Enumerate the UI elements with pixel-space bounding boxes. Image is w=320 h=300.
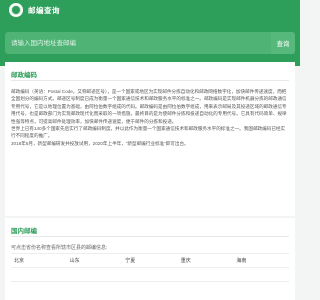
search-band: 查询 <box>0 20 300 66</box>
table-row <box>11 267 289 282</box>
province-link[interactable]: 山东 <box>66 253 123 268</box>
postal-logo-icon[interactable] <box>9 3 23 17</box>
search-button[interactable]: 查询 <box>271 32 295 54</box>
province-link[interactable]: 重庆 <box>177 253 234 268</box>
province-link[interactable]: 北京 <box>11 253 67 268</box>
province-link[interactable] <box>233 267 289 282</box>
province-card-title: 国内邮编 <box>11 228 37 235</box>
province-card: 国内邮编 可点击省份名称查看所辖市区县的邮编信息: 北京 山东 宁夏 重庆 海南 <box>5 218 295 300</box>
search-box: 查询 <box>5 32 295 54</box>
province-note: 可点击省份名称查看所辖市区县的邮编信息: <box>11 245 108 251</box>
site-title[interactable]: 邮编查询 <box>28 5 60 16</box>
intro-paragraph: 2018年5月，新型邮编研发并投放试用，2020年上半年，“新型邮编行业标准”即… <box>11 140 189 146</box>
province-link[interactable] <box>66 267 123 282</box>
postal-code-intro-card: 邮政编码 邮政编码（英语：Postal Code，又称邮递区号），是一个国家或地… <box>5 62 295 216</box>
province-link[interactable] <box>177 267 234 282</box>
province-link[interactable] <box>122 267 178 282</box>
intro-paragraph: 世界上已有140多个国家先后实行了邮政编码制度，并以此作为衡量一个国家通信技术和… <box>11 126 286 139</box>
intro-card-title: 邮政编码 <box>11 72 37 79</box>
province-link[interactable]: 海南 <box>233 253 289 268</box>
table-row: 北京 山东 宁夏 重庆 海南 <box>11 253 289 268</box>
province-link[interactable]: 宁夏 <box>122 253 178 268</box>
province-link[interactable] <box>11 267 67 282</box>
province-table: 北京 山东 宁夏 重庆 海南 <box>11 253 289 282</box>
intro-paragraph: 邮政编码（英语：Postal Code，又称邮递区号），是一个国家或地区为实现邮… <box>11 89 287 124</box>
intro-text: 邮政编码（英语：Postal Code，又称邮递区号），是一个国家或地区为实现邮… <box>5 81 295 147</box>
top-header: 邮编查询 <box>0 0 300 20</box>
search-input[interactable] <box>5 32 271 54</box>
